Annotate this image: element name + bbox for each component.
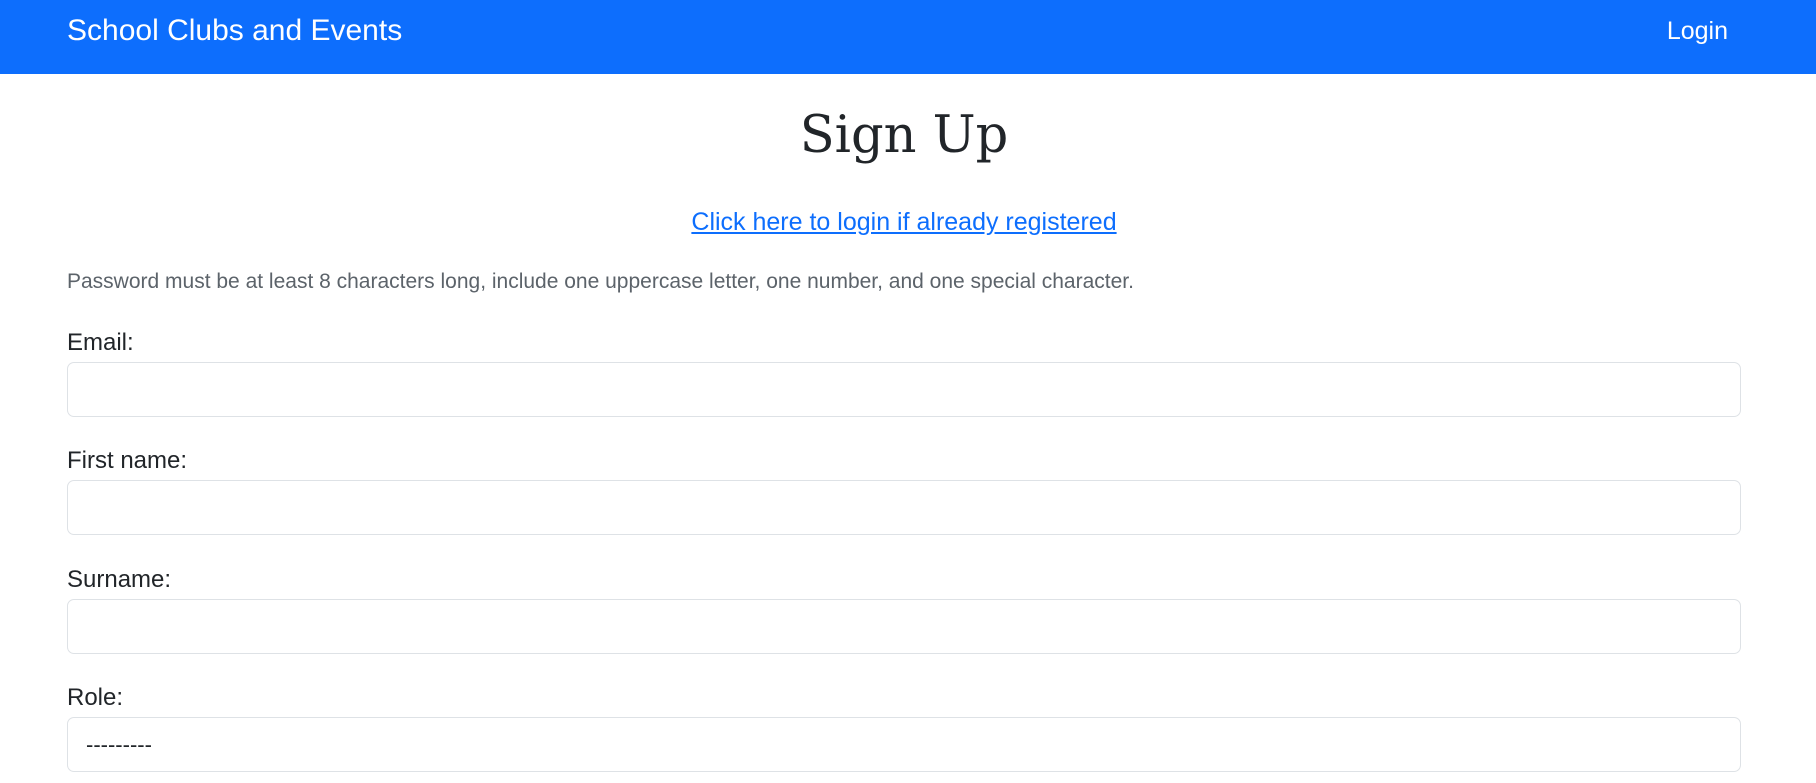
navbar: School Clubs and Events Login	[0, 0, 1816, 74]
surname-field[interactable]	[67, 599, 1741, 654]
first-name-label: First name:	[67, 447, 188, 474]
first-name-field[interactable]	[67, 480, 1741, 535]
surname-label: Surname:	[67, 566, 172, 593]
password-help-text: Password must be at least 8 characters l…	[67, 270, 1134, 293]
role-selected-value: ---------	[86, 732, 152, 757]
nav-login-link[interactable]: Login	[1667, 13, 1728, 49]
role-select[interactable]: ---------	[67, 717, 1741, 772]
already-registered-login-link[interactable]: Click here to login if already registere…	[691, 208, 1116, 236]
email-label: Email:	[67, 329, 134, 356]
login-link-container: Click here to login if already registere…	[0, 205, 1808, 239]
email-field[interactable]	[67, 362, 1741, 417]
brand-link[interactable]: School Clubs and Events	[67, 12, 402, 50]
role-label: Role:	[67, 684, 124, 711]
page-title: Sign Up	[799, 106, 1009, 165]
